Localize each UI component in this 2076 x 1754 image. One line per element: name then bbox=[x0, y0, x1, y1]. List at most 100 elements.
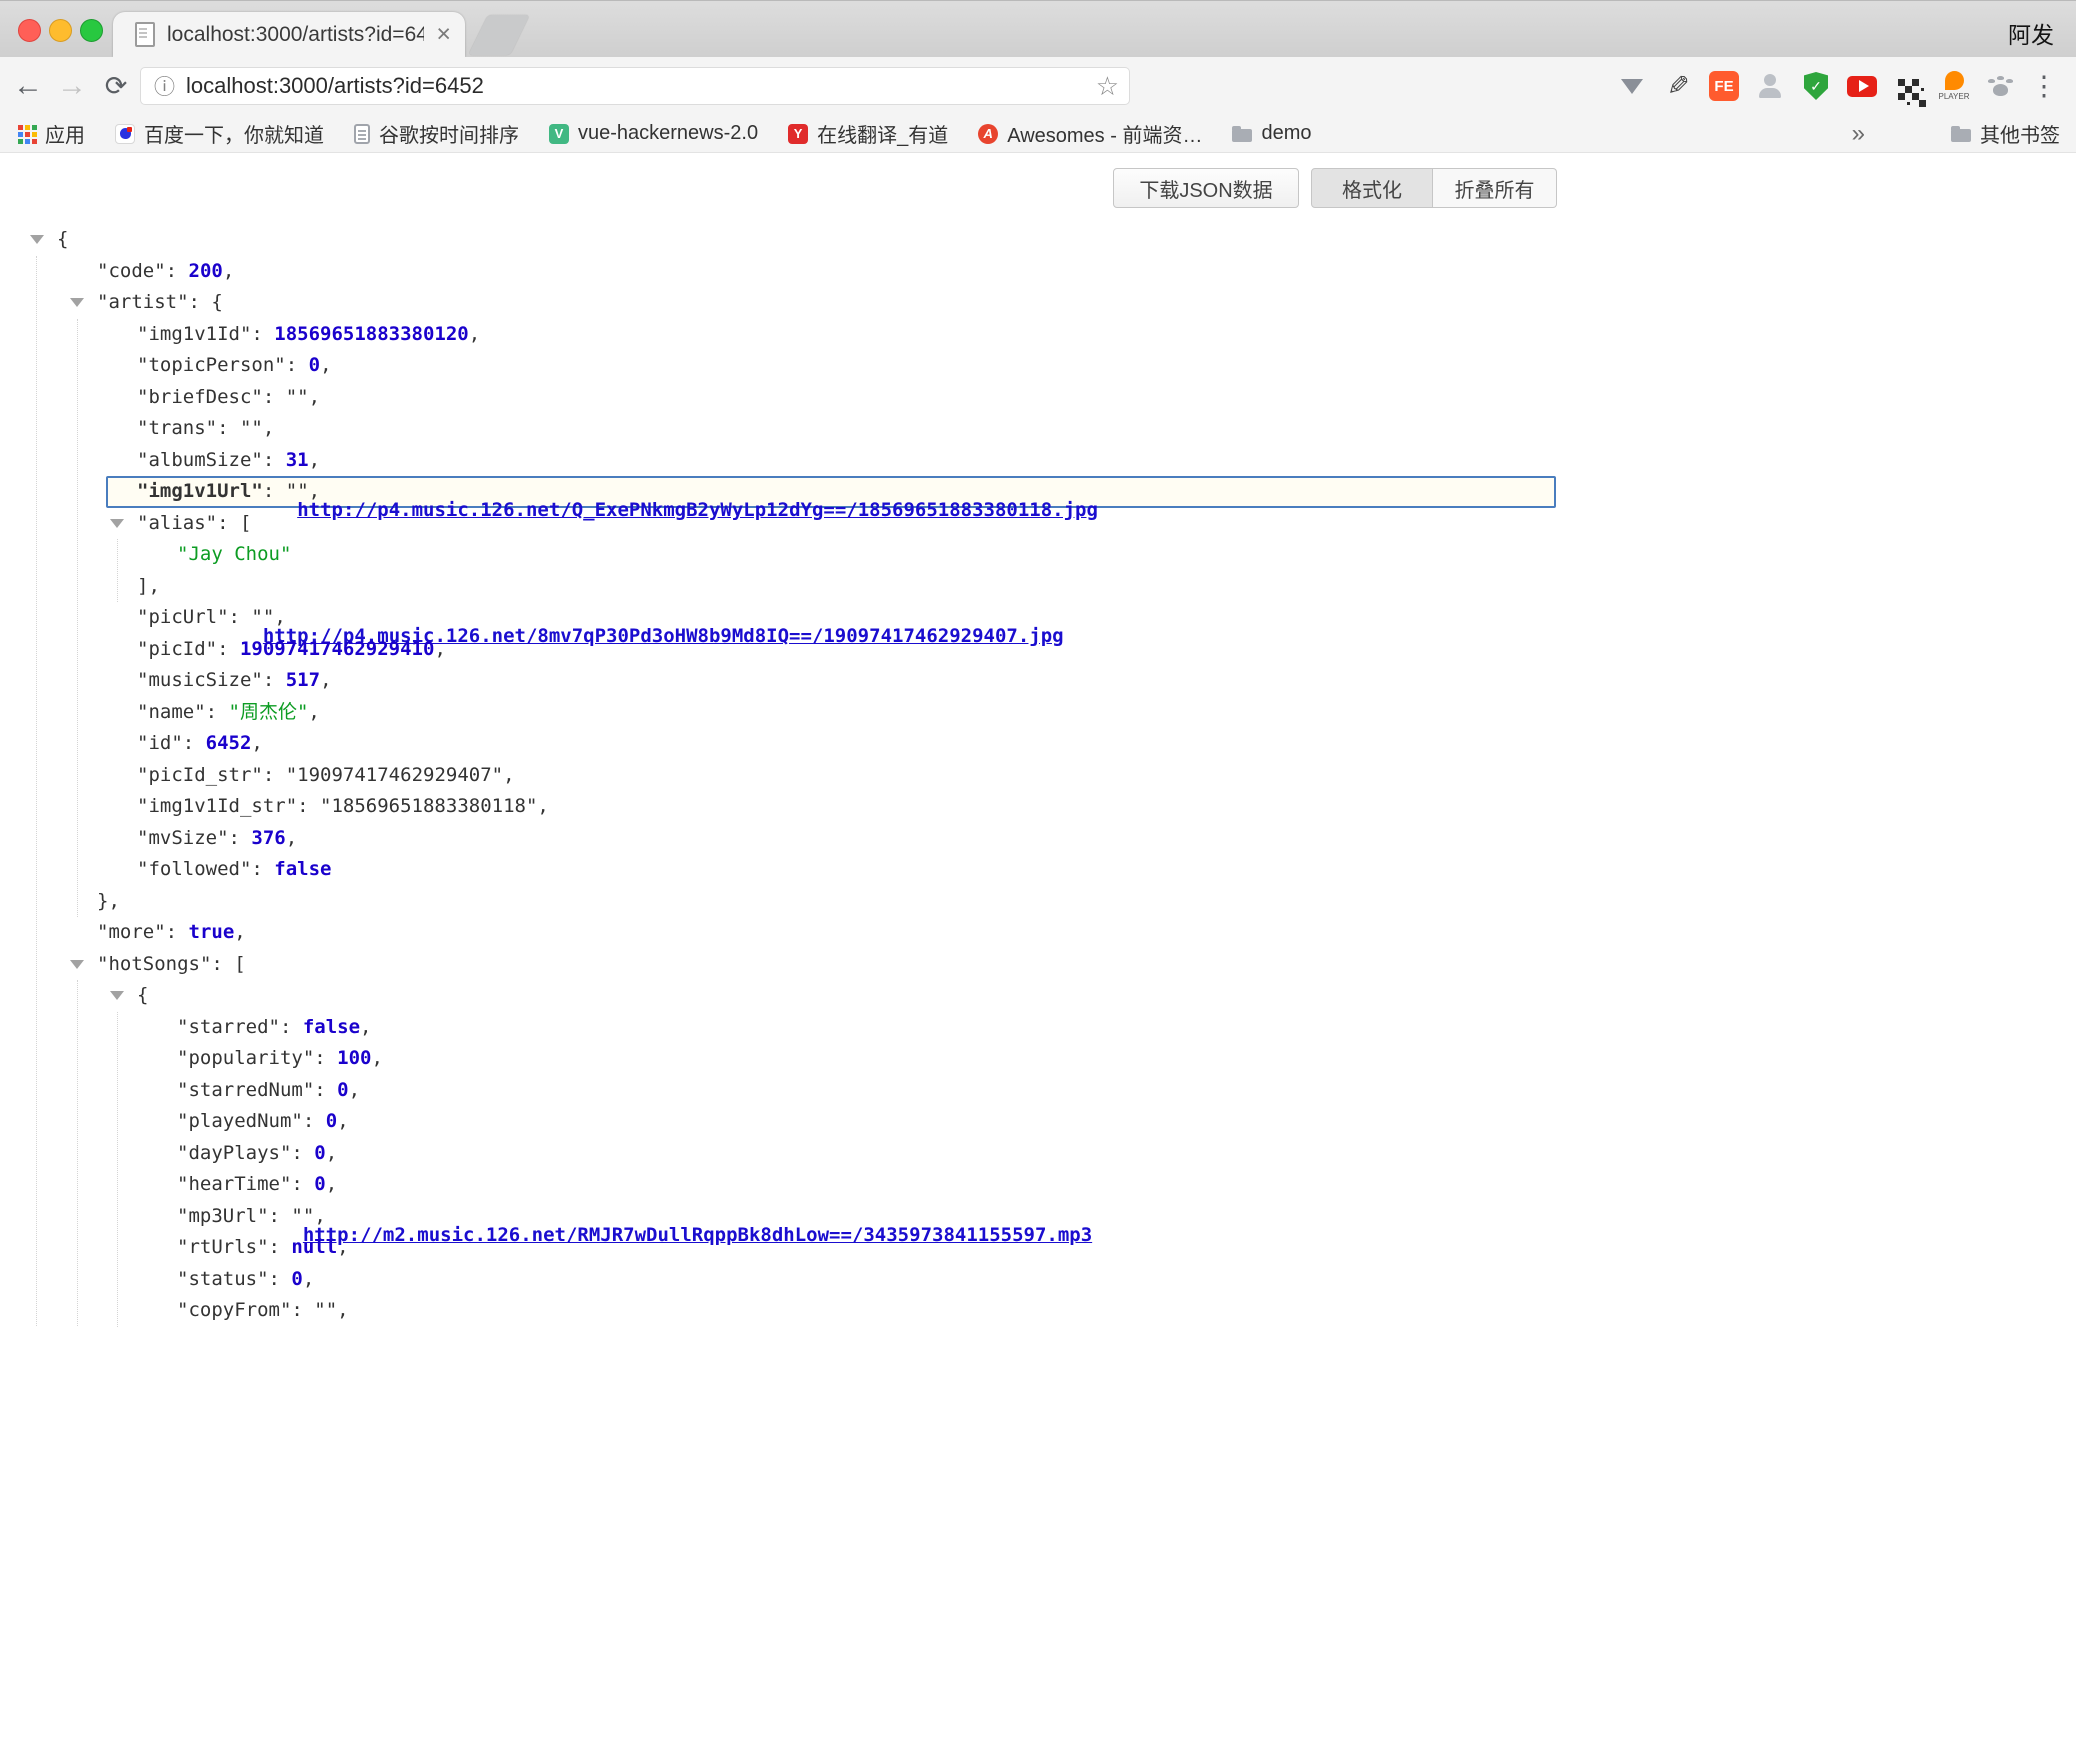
download-json-button[interactable]: 下载JSON数据 bbox=[1113, 168, 1299, 208]
json-token: "popularity" bbox=[177, 1047, 314, 1069]
new-tab-button[interactable] bbox=[468, 15, 530, 55]
json-line: "img1v1Id": 18569651883380120, bbox=[0, 319, 2076, 351]
json-token: "playedNum" bbox=[177, 1110, 303, 1132]
bookmark-label: 在线翻译_有道 bbox=[817, 119, 948, 148]
browser-tab[interactable]: localhost:3000/artists?id=645 × bbox=[113, 12, 465, 57]
json-line: "picId": 19097417462929410, bbox=[0, 634, 2076, 666]
address-bar[interactable]: ⓘ localhost:3000/artists?id=6452 ☆ bbox=[140, 67, 1130, 105]
json-line: "dayPlays": 0, bbox=[0, 1138, 2076, 1170]
json-line: ], bbox=[0, 571, 2076, 603]
bookmark-item[interactable]: Y在线翻译_有道 bbox=[788, 119, 948, 148]
translate-pen-icon[interactable] bbox=[1660, 61, 1696, 111]
other-bookmarks-folder[interactable]: 其他书签 bbox=[1951, 119, 2060, 148]
close-window-button[interactable] bbox=[18, 19, 41, 42]
bookmark-item[interactable]: demo bbox=[1232, 122, 1311, 145]
browser-window: localhost:3000/artists?id=645 × 阿发 ← → ⟳… bbox=[0, 0, 2076, 1754]
json-token: : bbox=[291, 1299, 314, 1321]
forward-button[interactable]: → bbox=[50, 57, 94, 115]
format-button[interactable]: 格式化 bbox=[1311, 168, 1433, 208]
bookmark-item[interactable]: 应用 bbox=[16, 119, 85, 148]
json-token: true bbox=[189, 921, 235, 943]
json-token: { bbox=[57, 228, 68, 250]
profile-gray-icon[interactable] bbox=[1752, 61, 1788, 111]
fehelper-icon[interactable]: FE bbox=[1706, 61, 1742, 111]
collapse-arrow-icon[interactable] bbox=[70, 298, 84, 307]
json-line: { bbox=[0, 224, 2076, 256]
json-token: : bbox=[206, 701, 229, 723]
json-token: "dayPlays" bbox=[177, 1142, 291, 1164]
json-token: 0 bbox=[291, 1268, 302, 1290]
json-token: : bbox=[263, 764, 286, 786]
site-info-icon[interactable]: ⓘ bbox=[154, 71, 175, 101]
json-token: "name" bbox=[137, 701, 206, 723]
folder-icon bbox=[1951, 124, 1971, 144]
view-toggle-group: 格式化 折叠所有 bbox=[1311, 168, 1557, 208]
bookmark-item[interactable]: AAwesomes - 前端资… bbox=[978, 119, 1202, 148]
json-token: , bbox=[503, 764, 514, 786]
json-token: , bbox=[223, 260, 234, 282]
bookmark-item[interactable]: 百度一下，你就知道 bbox=[115, 119, 324, 148]
json-token: : bbox=[229, 606, 252, 628]
qrcode-icon[interactable] bbox=[1890, 61, 1926, 111]
json-page: 下载JSON数据 格式化 折叠所有 {"code": 200,"artist":… bbox=[0, 153, 2076, 1754]
json-line-highlighted: "img1v1Url": "http://p4.music.126.net/Q_… bbox=[106, 476, 1556, 508]
collapse-arrow-icon[interactable] bbox=[70, 960, 84, 969]
json-token: , bbox=[337, 1299, 348, 1321]
json-token: "topicPerson" bbox=[137, 354, 286, 376]
reload-button[interactable]: ⟳ bbox=[94, 57, 138, 115]
player-icon[interactable]: PLAYER bbox=[1936, 61, 1972, 111]
collapse-arrow-icon[interactable] bbox=[110, 991, 124, 1000]
json-token: : bbox=[263, 386, 286, 408]
json-token: "周杰伦" bbox=[229, 701, 309, 723]
bookmark-label: vue-hackernews-2.0 bbox=[578, 122, 758, 145]
json-token: false bbox=[303, 1016, 360, 1038]
paw-icon[interactable] bbox=[1982, 61, 2018, 111]
json-line: "rtUrls": null, bbox=[0, 1232, 2076, 1264]
back-button[interactable]: ← bbox=[6, 57, 50, 115]
browser-profile-name[interactable]: 阿发 bbox=[2008, 16, 2054, 50]
json-token: "code" bbox=[97, 260, 166, 282]
json-line: "picId_str": "19097417462929407", bbox=[0, 760, 2076, 792]
gray-chevron-icon[interactable] bbox=[1614, 61, 1650, 111]
json-token: 31 bbox=[286, 449, 309, 471]
shield-icon[interactable] bbox=[1798, 61, 1834, 111]
bookmark-label: 百度一下，你就知道 bbox=[144, 119, 324, 148]
json-line: "id": 6452, bbox=[0, 728, 2076, 760]
bookmark-star-icon[interactable]: ☆ bbox=[1096, 71, 1119, 102]
collapse-all-button[interactable]: 折叠所有 bbox=[1433, 168, 1557, 208]
collapse-arrow-icon[interactable] bbox=[110, 519, 124, 528]
json-token: : bbox=[183, 732, 206, 754]
json-token: "trans" bbox=[137, 417, 217, 439]
json-token: , bbox=[326, 1142, 337, 1164]
bookmark-label: 应用 bbox=[45, 119, 85, 148]
json-token: "musicSize" bbox=[137, 669, 263, 691]
json-line: "artist": { bbox=[0, 287, 2076, 319]
tab-title: localhost:3000/artists?id=645 bbox=[167, 23, 424, 47]
json-viewer: {"code": 200,"artist": {"img1v1Id": 1856… bbox=[0, 224, 2076, 1327]
json-token: "rtUrls" bbox=[177, 1236, 269, 1258]
bookmark-item[interactable]: 谷歌按时间排序 bbox=[354, 119, 519, 148]
url-text[interactable]: localhost:3000/artists?id=6452 bbox=[186, 73, 484, 99]
maximize-window-button[interactable] bbox=[80, 19, 103, 42]
json-token: " bbox=[291, 1205, 302, 1227]
json-token: , bbox=[372, 1047, 383, 1069]
bookmarks-bar: 应用 百度一下，你就知道 谷歌按时间排序 Vvue-hackernews-2.0 Y在线… bbox=[0, 115, 2076, 153]
bookmarks-overflow-chevron-icon[interactable]: » bbox=[1852, 120, 1865, 148]
json-token: 0 bbox=[337, 1079, 348, 1101]
browser-menu-icon[interactable]: ⋮ bbox=[2026, 57, 2062, 115]
json-line: "picUrl": "http://p4.music.126.net/8mv7q… bbox=[0, 602, 2076, 634]
json-token: : bbox=[280, 1016, 303, 1038]
json-line: "mvSize": 376, bbox=[0, 823, 2076, 855]
json-token: : bbox=[314, 1079, 337, 1101]
navigation-bar: ← → ⟳ ⓘ localhost:3000/artists?id=6452 ☆… bbox=[0, 57, 2076, 115]
collapse-arrow-icon[interactable] bbox=[30, 235, 44, 244]
youtube-icon[interactable] bbox=[1844, 61, 1880, 111]
json-token: "followed" bbox=[137, 858, 251, 880]
json-line: "hotSongs": [ bbox=[0, 949, 2076, 981]
json-token: : [ bbox=[211, 953, 245, 975]
json-token: 19097417462929410 bbox=[240, 638, 434, 660]
minimize-window-button[interactable] bbox=[49, 19, 72, 42]
bookmark-item[interactable]: Vvue-hackernews-2.0 bbox=[549, 122, 758, 145]
json-token: : bbox=[269, 1268, 292, 1290]
tab-close-icon[interactable]: × bbox=[436, 20, 451, 49]
